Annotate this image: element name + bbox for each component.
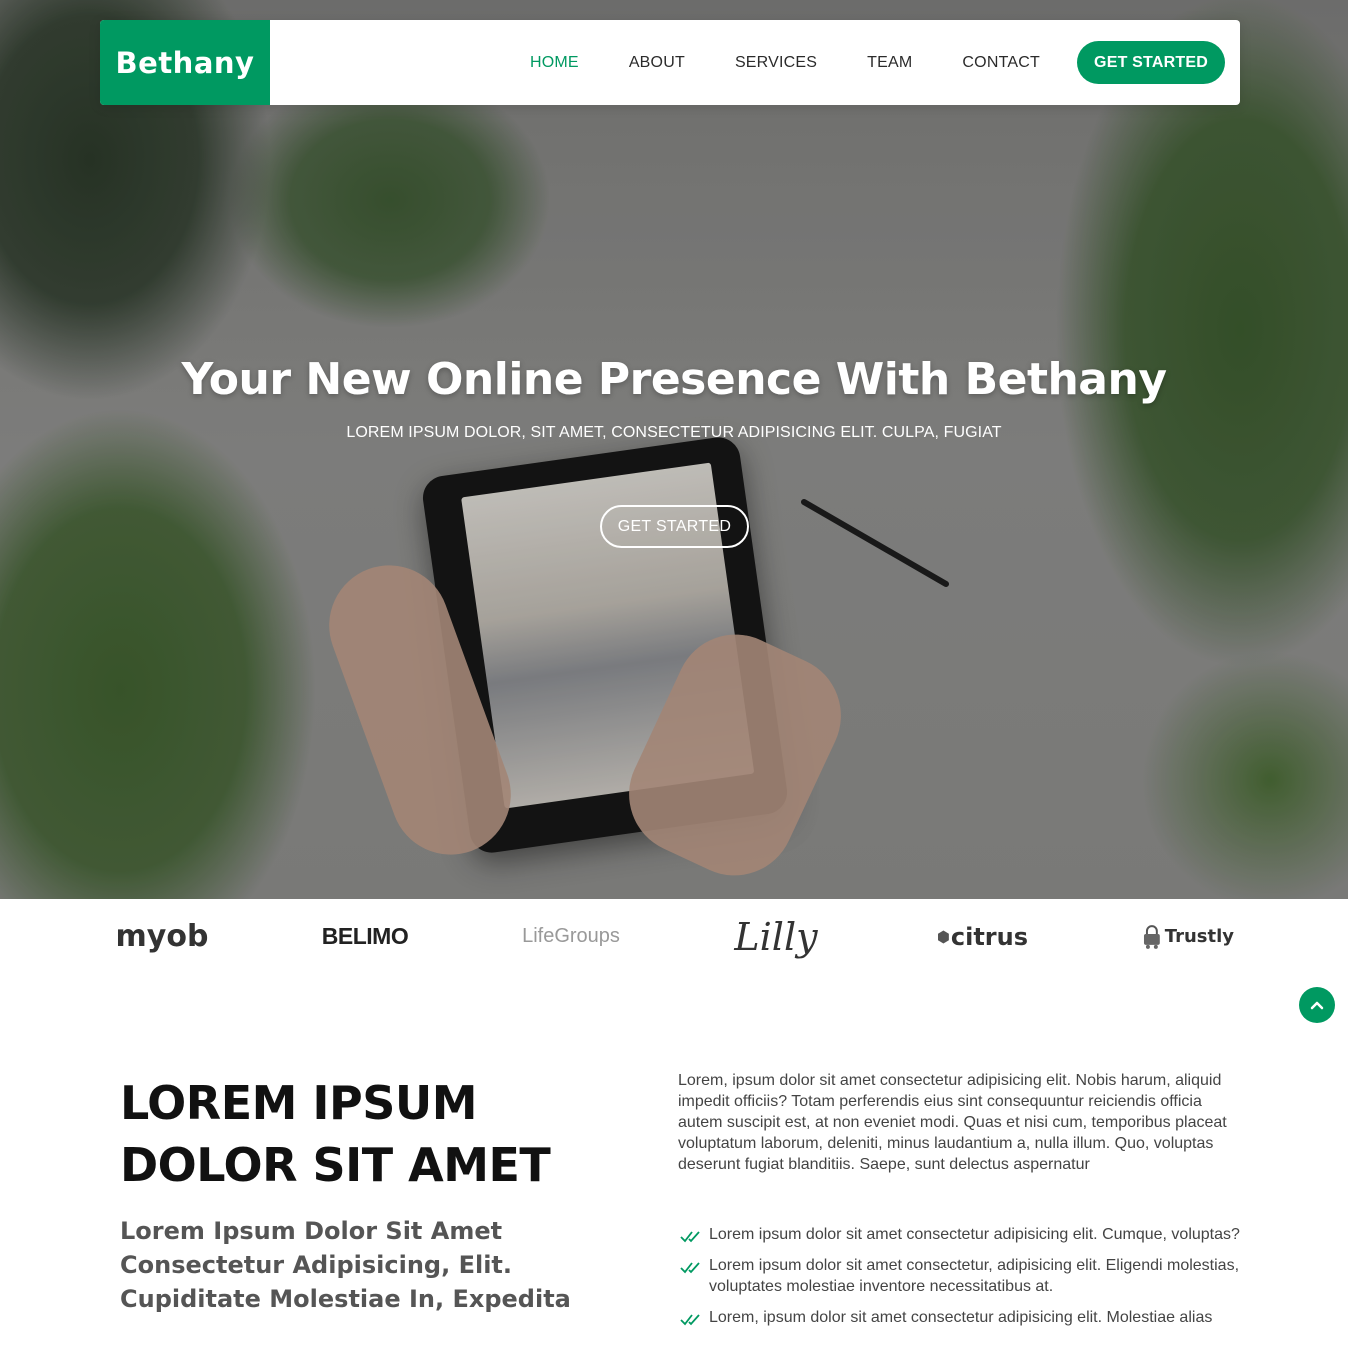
clients-section: myob BELIMO LifeGroups Lilly citrus Trus…	[0, 899, 1348, 979]
site-header: Bethany HOME ABOUT SERVICES TEAM CONTACT…	[100, 20, 1240, 105]
client-logo-citrus: citrus	[938, 899, 1028, 974]
double-check-icon	[680, 1231, 700, 1243]
about-title: LOREM IPSUM DOLOR SIT AMET	[120, 1076, 551, 1192]
nav-item-team[interactable]: TEAM	[867, 54, 912, 72]
list-item-text: Lorem ipsum dolor sit amet consectetur a…	[709, 1226, 1240, 1243]
list-item-text: Lorem ipsum dolor sit amet consectetur, …	[709, 1257, 1240, 1295]
client-logo-belimo-text: BELIMO	[321, 923, 409, 949]
client-logo-myob-text: myob	[115, 919, 209, 954]
list-item: Lorem ipsum dolor sit amet consectetur a…	[678, 1224, 1248, 1245]
citrus-mark-icon	[938, 929, 949, 944]
client-logo-lilly-text: Lilly	[734, 914, 818, 959]
double-check-icon	[680, 1262, 700, 1274]
about-check-list: Lorem ipsum dolor sit amet consectetur a…	[678, 1224, 1248, 1338]
nav-item-services[interactable]: SERVICES	[735, 54, 817, 72]
client-logo-citrus-text: citrus	[950, 922, 1028, 951]
client-logo-belimo: BELIMO	[318, 899, 412, 974]
hero-get-started-button[interactable]: GET STARTED	[600, 505, 749, 548]
client-logo-trustly-text: Trustly	[1164, 926, 1234, 947]
client-logo-lifegroups-text: LifeGroups	[522, 925, 620, 947]
nav-item-home[interactable]: HOME	[530, 54, 579, 72]
trustly-cart-icon	[1143, 924, 1160, 949]
about-subtitle: Lorem Ipsum Dolor Sit Amet Consectetur A…	[120, 1217, 571, 1313]
hero-section: Your New Online Presence With Bethany LO…	[0, 0, 1348, 899]
brand-logo[interactable]: Bethany	[100, 20, 270, 105]
client-logo-trustly: Trustly	[1142, 899, 1234, 974]
hero-overlay	[0, 0, 1348, 899]
hero-subtitle: LOREM IPSUM DOLOR, SIT AMET, CONSECTETUR…	[346, 424, 1002, 441]
list-item: Lorem ipsum dolor sit amet consectetur, …	[678, 1255, 1248, 1297]
client-logo-lifegroups: LifeGroups	[522, 899, 620, 974]
hero-title: Your New Online Presence With Bethany	[181, 354, 1167, 405]
double-check-icon	[680, 1314, 700, 1326]
back-to-top-button[interactable]	[1299, 987, 1335, 1023]
list-item: Lorem, ipsum dolor sit amet consectetur …	[678, 1307, 1248, 1328]
header-get-started-button[interactable]: GET STARTED	[1077, 41, 1225, 84]
main-nav: HOME ABOUT SERVICES TEAM CONTACT	[530, 20, 1090, 105]
client-logo-myob: myob	[115, 899, 209, 974]
nav-item-contact[interactable]: CONTACT	[962, 54, 1040, 72]
list-item-text: Lorem, ipsum dolor sit amet consectetur …	[709, 1309, 1213, 1326]
about-paragraph: Lorem, ipsum dolor sit amet consectetur …	[678, 1072, 1227, 1173]
chevron-up-icon	[1310, 1001, 1324, 1010]
nav-item-about[interactable]: ABOUT	[629, 54, 685, 72]
client-logo-lilly: Lilly	[728, 899, 824, 974]
